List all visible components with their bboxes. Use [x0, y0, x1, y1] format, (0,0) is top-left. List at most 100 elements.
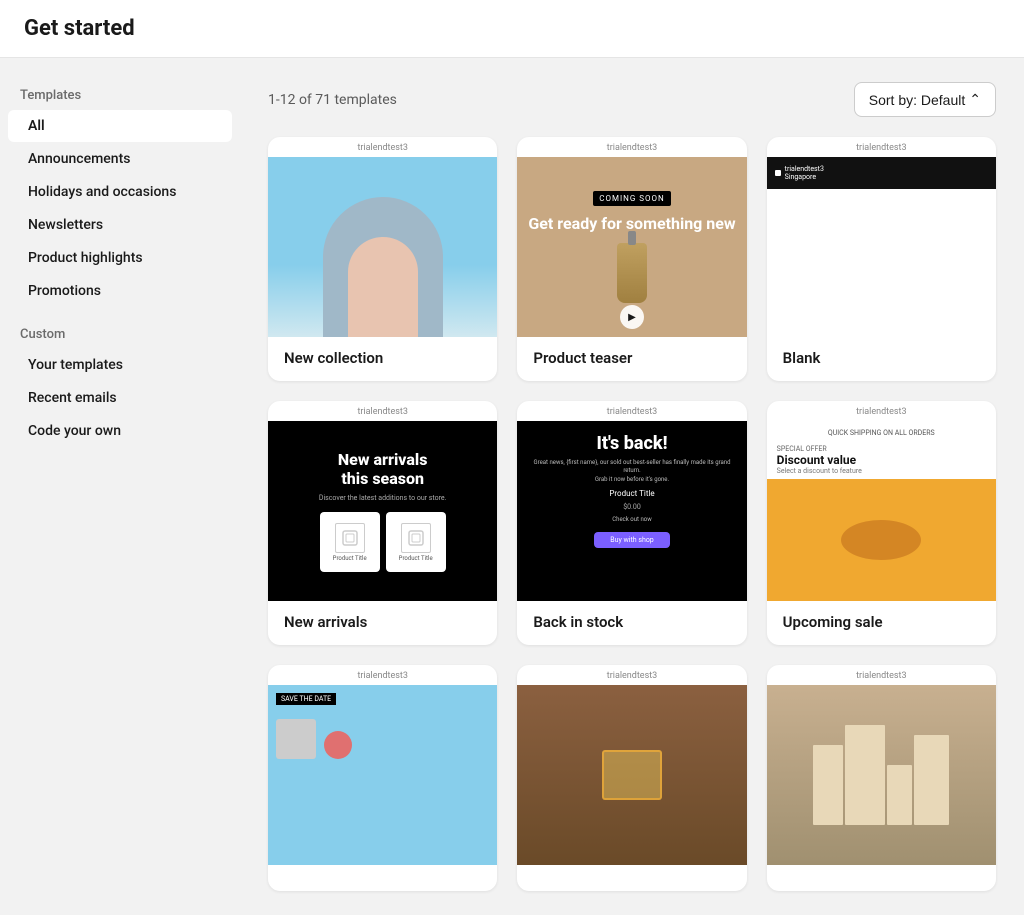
sidebar-item-all[interactable]: All — [8, 110, 232, 142]
sale-shipping: QUICK SHIPPING ON ALL ORDERS — [777, 429, 986, 437]
product-icon-1 — [335, 523, 365, 553]
card-preview-new-collection: trialendtest3 — [268, 137, 497, 337]
building-2 — [845, 725, 885, 825]
card-preview-back-in-stock: trialendtest3 It's back! Great news, {fi… — [517, 401, 746, 601]
teaser-bottle — [617, 243, 647, 303]
sidebar-item-promotions[interactable]: Promotions — [8, 275, 232, 307]
preview-sender-5: trialendtest3 — [517, 401, 746, 421]
sale-desc: Select a discount to feature — [777, 467, 986, 475]
sort-label: Sort by: Default — [869, 92, 966, 108]
template-card-product-teaser[interactable]: trialendtest3 COMING SOON Get ready for … — [517, 137, 746, 381]
template-card-blank[interactable]: trialendtest3 trialendtest3Singapore Bla… — [767, 137, 996, 381]
template-card-street[interactable]: trialendtest3 — [767, 665, 996, 891]
sidebar-item-recent-emails[interactable]: Recent emails — [8, 382, 232, 414]
sale-glasses — [841, 520, 921, 560]
preview-sender-6: trialendtest3 — [767, 401, 996, 421]
preview-sender-7: trialendtest3 — [268, 665, 497, 685]
product-title-1: Product Title — [333, 555, 367, 562]
sale-offer: SPECIAL OFFER — [777, 445, 986, 453]
sidebar-section-templates: Templates — [0, 78, 240, 109]
save-cube — [276, 719, 316, 759]
figure-silhouette — [348, 237, 418, 337]
card-title-blank: Blank — [783, 349, 980, 367]
arrivals-headline: New arrivalsthis season — [338, 450, 428, 488]
sale-bottom — [767, 479, 996, 601]
card-preview-new-arrivals: trialendtest3 New arrivalsthis season Di… — [268, 401, 497, 601]
card-footer-blank: Blank — [767, 337, 996, 381]
card-preview-save-date: trialendtest3 SAVE THE DATE — [268, 665, 497, 865]
arrivals-product-1: Product Title — [320, 512, 380, 572]
card-preview-store: trialendtest3 — [517, 665, 746, 865]
preview-image-back-in-stock: It's back! Great news, {first name}, our… — [517, 421, 746, 601]
page-wrapper: Get started Templates All Announcements … — [0, 0, 1024, 915]
arch-shape — [323, 197, 443, 337]
preview-image-upcoming-sale: QUICK SHIPPING ON ALL ORDERS SPECIAL OFF… — [767, 421, 996, 601]
card-title-upcoming-sale: Upcoming sale — [783, 613, 980, 631]
back-headline: It's back! — [596, 433, 667, 454]
preview-image-new-collection — [268, 157, 497, 337]
sidebar-item-product-highlights[interactable]: Product highlights — [8, 242, 232, 274]
preview-sender-2: trialendtest3 — [517, 137, 746, 157]
back-body: Great news, {first name}, our sold out b… — [527, 459, 736, 484]
page-title: Get started — [24, 16, 1000, 41]
preview-sender-3: trialendtest3 — [767, 137, 996, 157]
arrivals-sub: Discover the latest additions to our sto… — [319, 494, 447, 502]
content-area: 1-12 of 71 templates Sort by: Default ⌃ … — [240, 58, 1024, 915]
sort-icon: ⌃ — [969, 91, 981, 108]
sidebar-item-announcements[interactable]: Announcements — [8, 143, 232, 175]
back-product-title: Product Title — [609, 489, 654, 498]
card-footer-new-arrivals: New arrivals — [268, 601, 497, 645]
card-footer-street — [767, 865, 996, 891]
sidebar: Templates All Announcements Holidays and… — [0, 58, 240, 915]
sidebar-item-your-templates[interactable]: Your templates — [8, 349, 232, 381]
template-card-store[interactable]: trialendtest3 — [517, 665, 746, 891]
teaser-coming-soon: COMING SOON — [593, 191, 670, 206]
template-card-upcoming-sale[interactable]: trialendtest3 QUICK SHIPPING ON ALL ORDE… — [767, 401, 996, 645]
back-cta-button: Buy with shop — [594, 532, 670, 548]
preview-image-street — [767, 685, 996, 865]
card-footer-store — [517, 865, 746, 891]
arrivals-product-2: Product Title — [386, 512, 446, 572]
back-checkout: Check out now — [612, 516, 652, 524]
sidebar-item-newsletters[interactable]: Newsletters — [8, 209, 232, 241]
save-date-tag: SAVE THE DATE — [276, 693, 336, 705]
card-title-new-collection: New collection — [284, 349, 481, 367]
product-title-2: Product Title — [399, 555, 433, 562]
store-window — [602, 750, 662, 800]
card-footer-new-collection: New collection — [268, 337, 497, 381]
card-footer-back-in-stock: Back in stock — [517, 601, 746, 645]
content-header: 1-12 of 71 templates Sort by: Default ⌃ — [268, 82, 996, 117]
preview-sender-8: trialendtest3 — [517, 665, 746, 685]
blank-dot-text: trialendtest3Singapore — [785, 165, 824, 181]
sort-button[interactable]: Sort by: Default ⌃ — [854, 82, 996, 117]
card-preview-product-teaser: trialendtest3 COMING SOON Get ready for … — [517, 137, 746, 337]
card-preview-street: trialendtest3 — [767, 665, 996, 865]
top-bar: Get started — [0, 0, 1024, 58]
preview-image-new-arrivals: New arrivalsthis season Discover the lat… — [268, 421, 497, 601]
building-3 — [887, 765, 912, 825]
template-card-new-collection[interactable]: trialendtest3 New collection — [268, 137, 497, 381]
street-buildings — [813, 725, 949, 825]
template-card-new-arrivals[interactable]: trialendtest3 New arrivalsthis season Di… — [268, 401, 497, 645]
preview-image-save-date: SAVE THE DATE — [268, 685, 497, 865]
sale-top: QUICK SHIPPING ON ALL ORDERS — [767, 421, 996, 441]
card-title-new-arrivals: New arrivals — [284, 613, 481, 631]
preview-image-store — [517, 685, 746, 865]
preview-image-product-teaser: COMING SOON Get ready for something new … — [517, 157, 746, 337]
preview-sender-9: trialendtest3 — [767, 665, 996, 685]
card-preview-upcoming-sale: trialendtest3 QUICK SHIPPING ON ALL ORDE… — [767, 401, 996, 601]
card-footer-save-date — [268, 865, 497, 891]
blank-dot-1 — [775, 170, 781, 176]
store-facade — [517, 685, 746, 865]
template-card-save-date[interactable]: trialendtest3 SAVE THE DATE — [268, 665, 497, 891]
results-count: 1-12 of 71 templates — [268, 92, 397, 108]
main-layout: Templates All Announcements Holidays and… — [0, 58, 1024, 915]
building-1 — [813, 745, 843, 825]
back-price: $0.00 — [623, 503, 641, 511]
save-date-objects — [276, 709, 489, 759]
sidebar-item-holidays[interactable]: Holidays and occasions — [8, 176, 232, 208]
sidebar-item-code-your-own[interactable]: Code your own — [8, 415, 232, 447]
sale-title: Discount value — [777, 453, 986, 467]
template-card-back-in-stock[interactable]: trialendtest3 It's back! Great news, {fi… — [517, 401, 746, 645]
play-button-icon: ▶ — [620, 305, 644, 329]
